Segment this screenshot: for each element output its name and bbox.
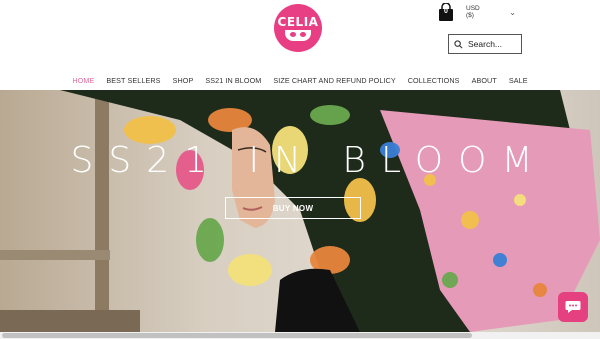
- nav-item-shop[interactable]: SHOP: [173, 76, 194, 85]
- horizontal-scrollbar[interactable]: [0, 332, 600, 339]
- currency-selector[interactable]: USD ($) ⌄: [466, 5, 516, 19]
- scrollbar-thumb[interactable]: [2, 333, 472, 338]
- search-box[interactable]: [448, 34, 522, 54]
- brand-logo[interactable]: CELIA: [274, 4, 322, 52]
- hero-banner: SS21 IN BLOOM BUY NOW: [0, 90, 600, 332]
- chat-bubble-icon: [565, 301, 581, 313]
- search-icon: [454, 39, 463, 48]
- nav-item-home[interactable]: HOME: [72, 76, 94, 85]
- search-input[interactable]: [468, 39, 520, 49]
- nav-item-ss21-in-bloom[interactable]: SS21 IN BLOOM: [205, 76, 261, 85]
- nav-item-best-sellers[interactable]: BEST SELLERS: [106, 76, 160, 85]
- nav-item-about[interactable]: ABOUT: [472, 76, 497, 85]
- main-nav: HOME BEST SELLERS SHOP SS21 IN BLOOM SIZ…: [0, 73, 600, 87]
- cart-button[interactable]: 0: [438, 2, 454, 21]
- site-header: CELIA 0 USD ($) ⌄ HOME BEST SELLERS SHOP…: [0, 0, 600, 90]
- currency-value: USD ($): [466, 5, 480, 19]
- cart-count: 0: [444, 8, 448, 15]
- buy-now-button[interactable]: BUY NOW: [225, 197, 361, 219]
- nav-item-size-chart[interactable]: SIZE CHART AND REFUND POLICY: [273, 76, 395, 85]
- logo-text: CELIA: [277, 14, 319, 29]
- chat-button[interactable]: [558, 292, 588, 322]
- chevron-down-icon: ⌄: [509, 7, 516, 17]
- logo-mask-icon: [285, 29, 311, 41]
- hero-title: SS21 IN BLOOM: [70, 140, 548, 181]
- nav-item-collections[interactable]: COLLECTIONS: [408, 76, 460, 85]
- nav-item-sale[interactable]: SALE: [509, 76, 528, 85]
